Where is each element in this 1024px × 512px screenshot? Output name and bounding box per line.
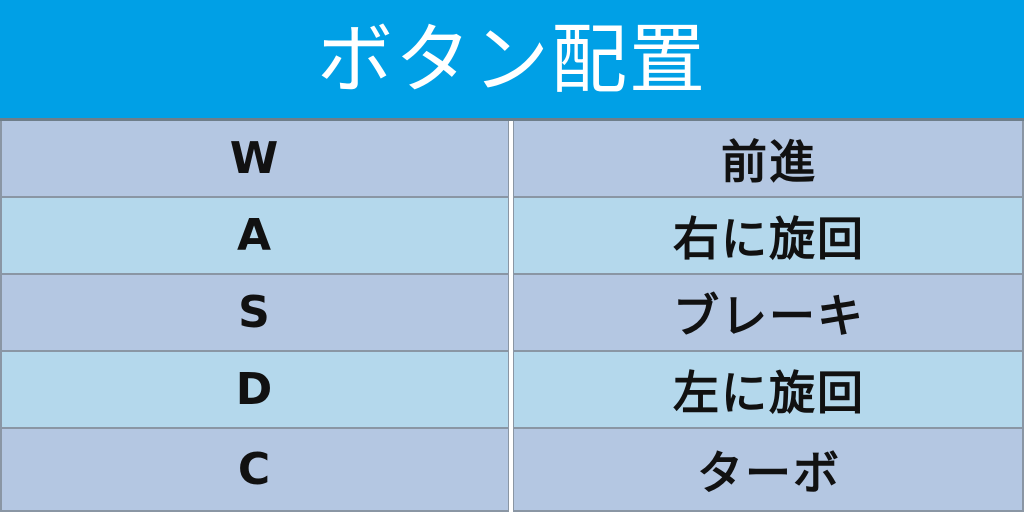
page-title: ボタン配置 [317, 15, 707, 104]
action-cell: ブレーキ [673, 288, 865, 343]
header-bar: ボタン配置 [0, 0, 1024, 121]
key-cell: S [238, 287, 270, 338]
key-cell: D [235, 364, 273, 415]
key-cell: W [229, 133, 279, 184]
key-cell: C [237, 444, 271, 495]
key-mapping-panel: ボタン配置 W 前進 A 右に旋回 S ブレーキ D 左に旋回 C ターボ [0, 0, 1024, 512]
action-cell: 右に旋回 [673, 211, 865, 266]
action-cell: ターボ [697, 445, 841, 500]
action-cell: 左に旋回 [673, 365, 865, 420]
action-cell: 前進 [721, 134, 817, 189]
key-cell: A [236, 210, 272, 261]
column-divider [508, 121, 514, 512]
table-left-border [0, 121, 2, 512]
